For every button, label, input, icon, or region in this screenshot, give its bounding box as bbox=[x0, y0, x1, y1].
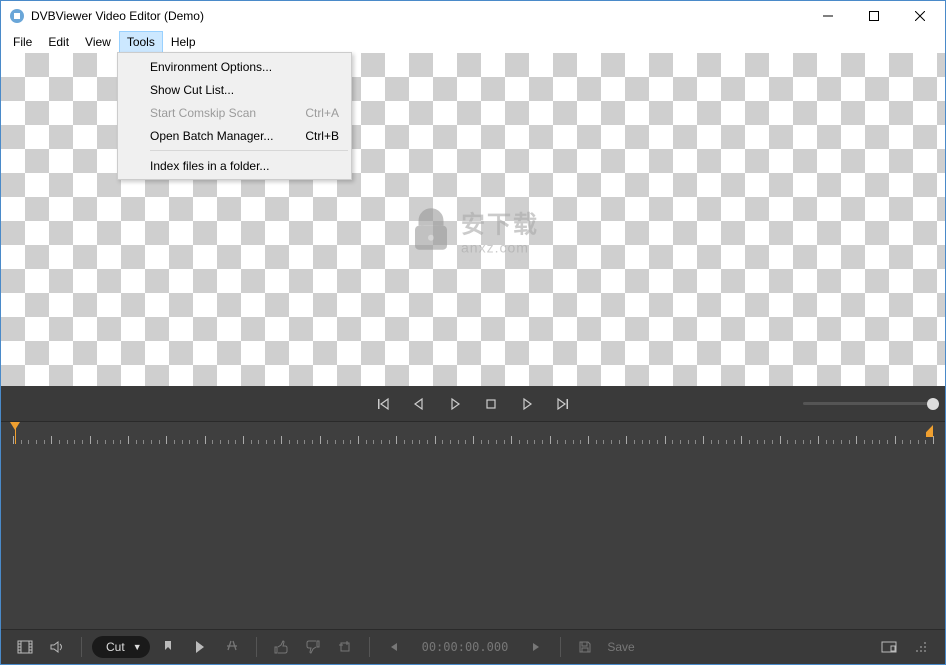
marker-in-button[interactable] bbox=[154, 635, 182, 659]
menubar: File Edit View Tools Help bbox=[1, 31, 945, 53]
lock-icon bbox=[407, 206, 455, 254]
save-label: Save bbox=[607, 640, 634, 654]
timecode-display: 00:00:00.000 bbox=[422, 640, 509, 654]
crop-button[interactable] bbox=[331, 635, 359, 659]
separator bbox=[256, 637, 257, 657]
slider-thumb[interactable] bbox=[927, 398, 939, 410]
window-title: DVBViewer Video Editor (Demo) bbox=[31, 9, 805, 23]
timeline-ruler[interactable] bbox=[13, 422, 933, 444]
close-button[interactable] bbox=[897, 1, 943, 31]
cut-mode-dropdown[interactable]: Cut ▼ bbox=[92, 636, 150, 658]
separator bbox=[560, 637, 561, 657]
menu-item-environment-options[interactable]: Environment Options... bbox=[120, 55, 349, 78]
step-forward-button[interactable] bbox=[513, 392, 541, 416]
tools-dropdown: Environment Options... Show Cut List... … bbox=[117, 52, 352, 180]
menu-edit[interactable]: Edit bbox=[40, 31, 77, 53]
menu-item-start-comskip-scan: Start Comskip Scan Ctrl+A bbox=[120, 101, 349, 124]
watermark-text-cn: 安下载 bbox=[461, 204, 539, 239]
separator bbox=[369, 637, 370, 657]
skip-forward-button[interactable] bbox=[549, 392, 577, 416]
player-controls bbox=[1, 386, 945, 421]
menu-item-label: Environment Options... bbox=[150, 60, 272, 74]
chevron-down-icon: ▼ bbox=[133, 642, 142, 652]
menu-item-index-files[interactable]: Index files in a folder... bbox=[120, 154, 349, 177]
watermark-text-en: anxz.com bbox=[461, 239, 539, 255]
menu-tools[interactable]: Tools bbox=[119, 31, 163, 53]
menu-item-label: Start Comskip Scan bbox=[150, 106, 256, 120]
timeline[interactable] bbox=[1, 421, 945, 629]
titlebar: DVBViewer Video Editor (Demo) bbox=[1, 1, 945, 31]
step-back-button[interactable] bbox=[405, 392, 433, 416]
bottom-toolbar: Cut ▼ 00:00:00.000 Save bbox=[1, 629, 945, 664]
menu-help[interactable]: Help bbox=[163, 31, 204, 53]
stop-button[interactable] bbox=[477, 392, 505, 416]
menu-item-label: Open Batch Manager... bbox=[150, 129, 273, 143]
menu-item-shortcut: Ctrl+A bbox=[305, 106, 339, 120]
menu-item-open-batch-manager[interactable]: Open Batch Manager... Ctrl+B bbox=[120, 124, 349, 147]
menu-item-label: Show Cut List... bbox=[150, 83, 234, 97]
resize-grip[interactable] bbox=[907, 635, 935, 659]
save-button[interactable] bbox=[571, 635, 599, 659]
layout-button[interactable] bbox=[875, 635, 903, 659]
prev-cut-button[interactable] bbox=[380, 635, 408, 659]
marker-out-button[interactable] bbox=[186, 635, 214, 659]
play-button[interactable] bbox=[441, 392, 469, 416]
separator bbox=[81, 637, 82, 657]
next-cut-button[interactable] bbox=[522, 635, 550, 659]
maximize-button[interactable] bbox=[851, 1, 897, 31]
thumbs-up-button[interactable] bbox=[267, 635, 295, 659]
menu-view[interactable]: View bbox=[77, 31, 119, 53]
menu-item-show-cut-list[interactable]: Show Cut List... bbox=[120, 78, 349, 101]
menu-item-shortcut: Ctrl+B bbox=[305, 129, 339, 143]
audio-button[interactable] bbox=[43, 635, 71, 659]
minimize-button[interactable] bbox=[805, 1, 851, 31]
menu-separator bbox=[150, 150, 348, 151]
thumbs-down-button[interactable] bbox=[299, 635, 327, 659]
watermark: 安下载 anxz.com bbox=[407, 204, 539, 255]
skip-back-button[interactable] bbox=[369, 392, 397, 416]
app-icon bbox=[9, 8, 25, 24]
menu-file[interactable]: File bbox=[5, 31, 40, 53]
cut-mode-label: Cut bbox=[106, 640, 125, 654]
delete-marker-button[interactable] bbox=[218, 635, 246, 659]
speed-slider[interactable] bbox=[803, 397, 933, 411]
film-button[interactable] bbox=[11, 635, 39, 659]
menu-item-label: Index files in a folder... bbox=[150, 159, 269, 173]
timeline-body[interactable] bbox=[13, 444, 933, 629]
